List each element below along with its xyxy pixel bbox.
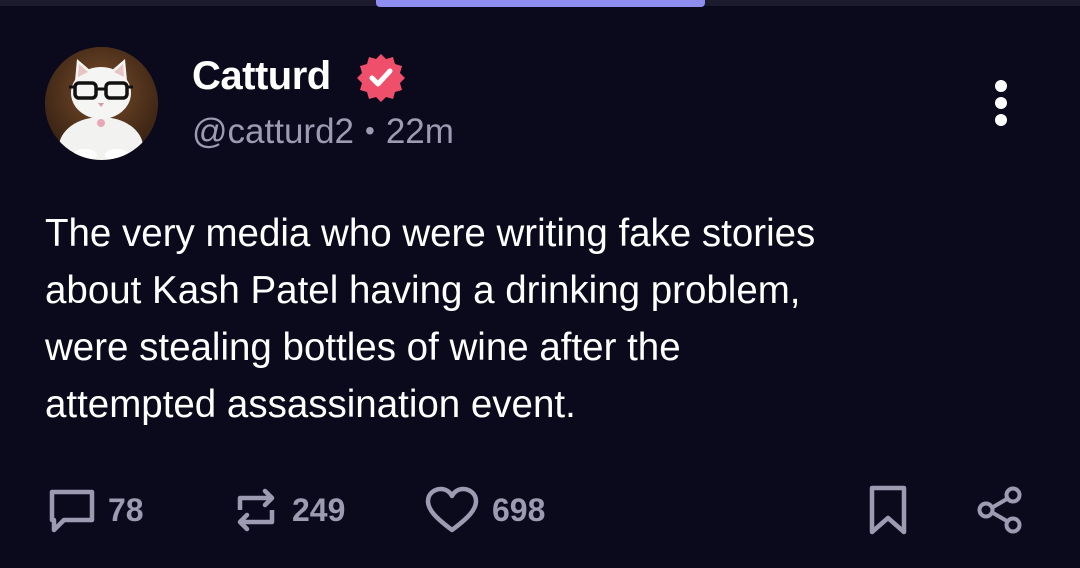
post-body-text: The very media who were writing fake sto… (45, 212, 816, 426)
like-button[interactable]: 698 (424, 480, 545, 540)
repost-button[interactable]: 249 (232, 480, 345, 540)
heart-outline-icon (425, 486, 479, 533)
author-meta: @catturd2 • 22m (192, 112, 454, 154)
share-button[interactable] (974, 480, 1026, 540)
reply-count: 78 (108, 492, 144, 528)
repost-count: 249 (292, 492, 346, 528)
post-action-bar: 78 249 698 (0, 480, 1080, 540)
share-nodes-icon (977, 486, 1022, 534)
post-timestamp[interactable]: 22m (386, 112, 454, 151)
repost-arrows-icon (237, 488, 275, 532)
avatar[interactable] (45, 47, 158, 160)
bookmark-button[interactable] (866, 480, 910, 540)
speech-bubble-icon (49, 489, 95, 533)
scroll-indicator (376, 0, 705, 7)
like-count: 698 (492, 492, 546, 528)
verified-badge-icon (355, 51, 407, 103)
more-options-button[interactable] (986, 78, 1016, 128)
reply-button[interactable]: 78 (48, 480, 144, 540)
meta-separator: • (365, 115, 375, 146)
bookmark-icon (869, 485, 907, 535)
author-handle[interactable]: @catturd2 (192, 112, 354, 151)
more-vertical-icon (995, 80, 1007, 126)
author-display-name[interactable]: Catturd (192, 52, 331, 100)
